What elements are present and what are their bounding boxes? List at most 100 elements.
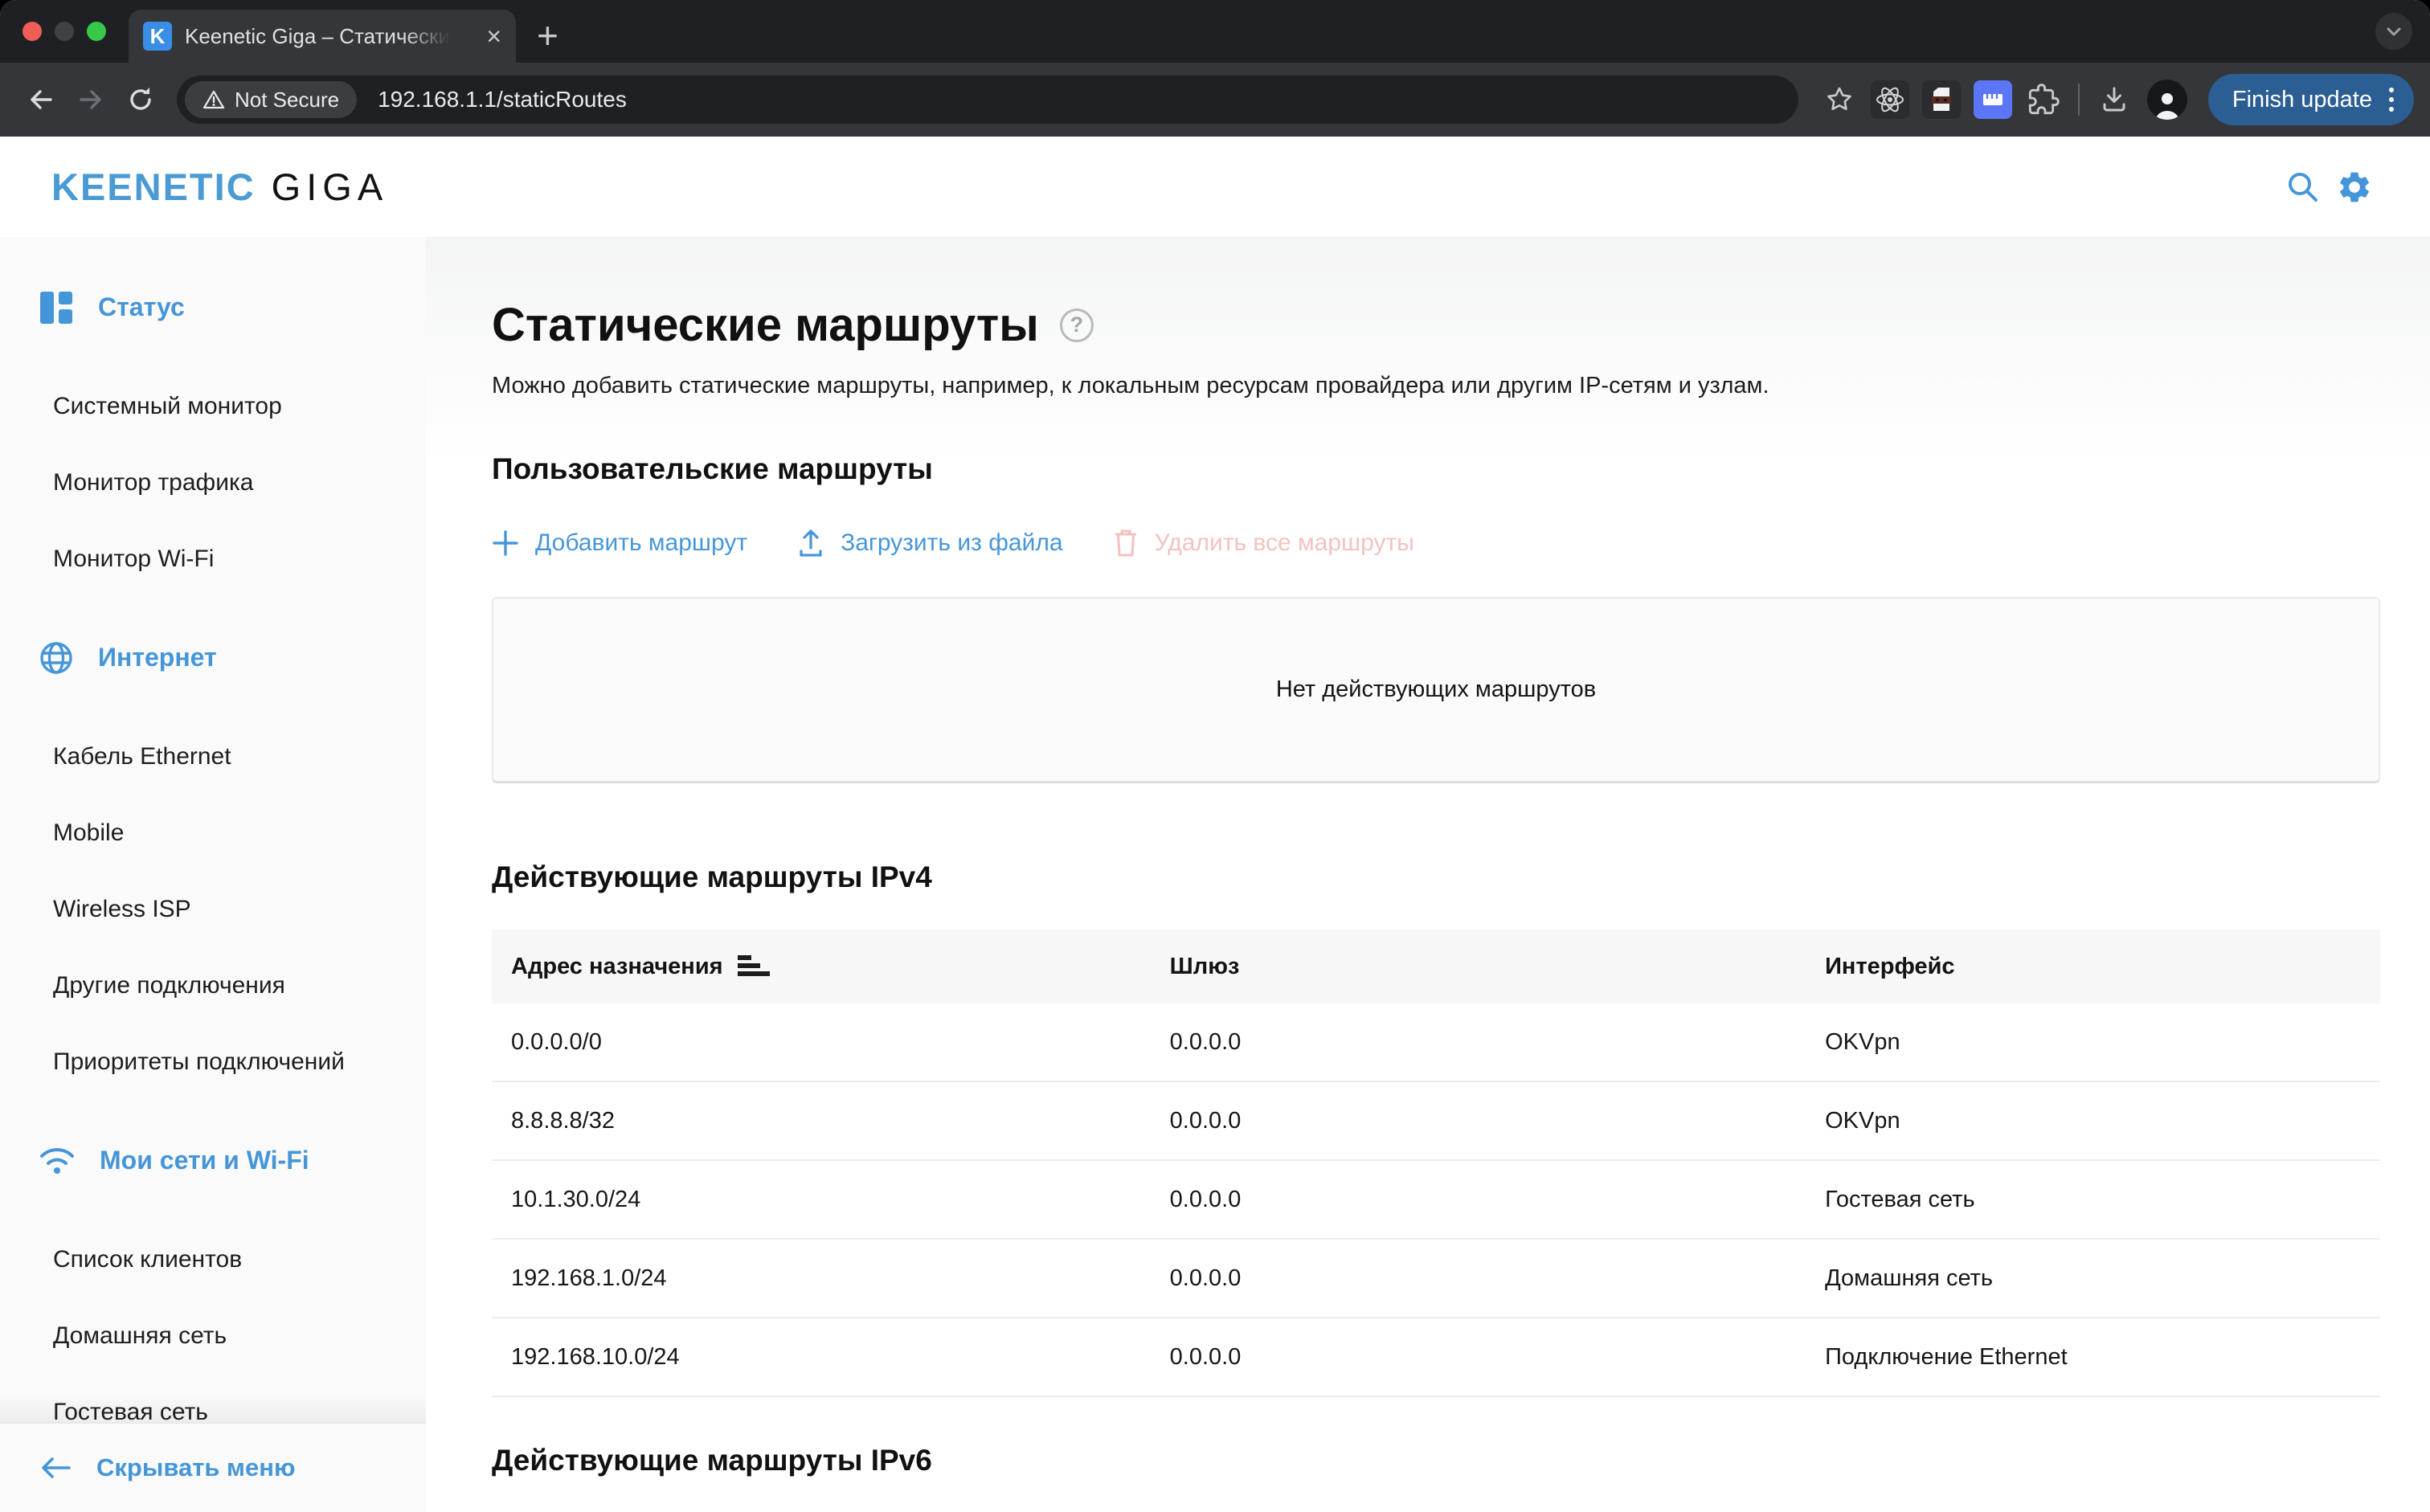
column-gateway: Шлюз: [1170, 954, 1825, 980]
sidebar-item-mobile[interactable]: Mobile: [0, 795, 426, 871]
tab-strip: K Keenetic Giga – Статические × +: [0, 0, 2430, 63]
delete-all-routes-label: Удалить все маршруты: [1155, 529, 1414, 557]
bookmark-star-icon[interactable]: [1814, 75, 1864, 125]
app-header: KEENETIC GIGA: [0, 137, 2430, 237]
cell-interface: Подключение Ethernet: [1825, 1344, 2380, 1371]
user-routes-heading: Пользовательские маршруты: [492, 452, 2380, 486]
sidebar-item-connection-priorities[interactable]: Приоритеты подключений: [0, 1024, 426, 1100]
tab-title: Keenetic Giga – Статические: [185, 24, 450, 49]
extension-json-viewer-icon[interactable]: [1922, 80, 1961, 119]
warning-triangle-icon: [202, 88, 225, 111]
cell-gateway: 0.0.0.0: [1170, 1108, 1825, 1134]
hide-menu-button[interactable]: Скрывать меню: [0, 1422, 426, 1512]
sidebar-item-home-network[interactable]: Домашняя сеть: [0, 1297, 426, 1374]
minimize-window-button[interactable]: [55, 22, 74, 41]
url-text[interactable]: 192.168.1.1/staticRoutes: [378, 87, 627, 112]
sidebar-item-wifi-monitor[interactable]: Монитор Wi-Fi: [0, 521, 426, 597]
back-icon[interactable]: [16, 75, 66, 125]
gear-icon[interactable]: [2329, 161, 2380, 213]
delete-all-routes-button[interactable]: Удалить все маршруты: [1113, 528, 1414, 558]
sidebar-section-label: Статус: [98, 292, 185, 322]
sidebar-item-other-connections[interactable]: Другие подключения: [0, 947, 426, 1024]
sidebar-section-status: Статус Системный монитор Монитор трафика…: [0, 269, 426, 597]
sidebar-item-wireless-isp[interactable]: Wireless ISP: [0, 871, 426, 947]
extensions-puzzle-icon[interactable]: [2019, 75, 2068, 125]
forward-icon[interactable]: [66, 75, 116, 125]
globe-icon: [39, 640, 74, 676]
sort-icon[interactable]: [738, 955, 770, 978]
cell-interface: OKVpn: [1825, 1029, 2380, 1056]
reload-icon[interactable]: [116, 75, 166, 125]
sidebar-item-traffic-monitor[interactable]: Монитор трафика: [0, 444, 426, 521]
table-row[interactable]: 192.168.1.0/24 0.0.0.0 Домашняя сеть: [492, 1240, 2380, 1318]
search-icon[interactable]: [2277, 161, 2329, 213]
extension-ruler-icon[interactable]: [1974, 80, 2012, 119]
tab-favicon: K: [143, 22, 172, 51]
cell-interface: Домашняя сеть: [1825, 1265, 2380, 1292]
sidebar-item-status[interactable]: Статус: [0, 269, 426, 345]
profile-avatar[interactable]: [2147, 80, 2187, 120]
sidebar: Статус Системный монитор Монитор трафика…: [0, 237, 426, 1512]
page-title: Статические маршруты: [492, 298, 1039, 352]
ipv6-routes-heading: Действующие маршруты IPv6: [492, 1444, 2380, 1477]
dashboard-icon: [39, 290, 74, 325]
sidebar-item-ethernet-cable[interactable]: Кабель Ethernet: [0, 718, 426, 795]
help-icon[interactable]: ?: [1060, 309, 1094, 342]
window-controls: [22, 22, 106, 41]
upload-icon: [797, 529, 824, 558]
cell-destination: 10.1.30.0/24: [492, 1187, 1170, 1213]
keenetic-logo[interactable]: KEENETIC GIGA: [51, 165, 388, 209]
trash-icon: [1113, 528, 1139, 558]
sidebar-section-label: Мои сети и Wi-Fi: [100, 1146, 309, 1175]
sidebar-item-system-monitor[interactable]: Системный монитор: [0, 368, 426, 444]
cell-destination: 8.8.8.8/32: [492, 1108, 1170, 1134]
browser-tab[interactable]: K Keenetic Giga – Статические ×: [129, 10, 516, 63]
tab-search-chevron-icon[interactable]: [2375, 13, 2412, 50]
sidebar-item-my-networks[interactable]: Мои сети и Wi-Fi: [0, 1122, 426, 1199]
table-row[interactable]: 192.168.10.0/24 0.0.0.0 Подключение Ethe…: [492, 1318, 2380, 1397]
sidebar-item-internet[interactable]: Интернет: [0, 619, 426, 696]
table-row[interactable]: 8.8.8.8/32 0.0.0.0 OKVpn: [492, 1082, 2380, 1161]
new-tab-button[interactable]: +: [537, 11, 558, 59]
close-window-button[interactable]: [22, 22, 42, 41]
finish-update-label: Finish update: [2232, 87, 2372, 113]
user-routes-empty-state: Нет действующих маршрутов: [492, 597, 2380, 783]
cell-gateway: 0.0.0.0: [1170, 1029, 1825, 1056]
brand-primary: KEENETIC: [51, 165, 256, 209]
toolbar-divider: [2078, 84, 2080, 116]
sidebar-section-label: Интернет: [98, 643, 217, 672]
cell-gateway: 0.0.0.0: [1170, 1265, 1825, 1292]
security-label: Not Secure: [235, 88, 339, 112]
add-route-button[interactable]: Добавить маршрут: [492, 529, 747, 557]
finish-update-button[interactable]: Finish update: [2208, 74, 2414, 125]
table-row[interactable]: 0.0.0.0/0 0.0.0.0 OKVpn: [492, 1003, 2380, 1082]
static-routes-page: Статические маршруты ? Можно добавить ст…: [426, 237, 2430, 1512]
upload-from-file-label: Загрузить из файла: [841, 529, 1062, 557]
ipv4-routes-heading: Действующие маршруты IPv4: [492, 860, 2380, 894]
routes-actions: Добавить маршрут Загрузить из файла Удал…: [492, 528, 2380, 558]
table-row[interactable]: 10.1.30.0/24 0.0.0.0 Гостевая сеть: [492, 1161, 2380, 1240]
cell-gateway: 0.0.0.0: [1170, 1187, 1825, 1213]
cell-destination: 192.168.1.0/24: [492, 1265, 1170, 1292]
ipv4-routes-table: Адрес назначения Шлюз Интерфейс 0.0.0.0/…: [492, 930, 2380, 1397]
add-route-label: Добавить маршрут: [535, 529, 747, 557]
address-bar[interactable]: Not Secure 192.168.1.1/staticRoutes: [177, 76, 1798, 124]
browser-window: K Keenetic Giga – Статические × + Not Se…: [0, 0, 2430, 1512]
wifi-icon: [39, 1146, 76, 1176]
empty-state-text: Нет действующих маршрутов: [1276, 676, 1596, 703]
cell-interface: Гостевая сеть: [1825, 1187, 2380, 1213]
extension-react-devtools-icon[interactable]: [1871, 80, 1909, 119]
zoom-window-button[interactable]: [87, 22, 106, 41]
cell-destination: 0.0.0.0/0: [492, 1029, 1170, 1056]
cell-interface: OKVpn: [1825, 1108, 2380, 1134]
brand-secondary: GIGA: [272, 165, 389, 209]
table-header-row: Адрес назначения Шлюз Интерфейс: [492, 930, 2380, 1003]
upload-from-file-button[interactable]: Загрузить из файла: [797, 529, 1062, 558]
page-subtitle: Можно добавить статические маршруты, нап…: [492, 373, 2380, 399]
tab-close-icon[interactable]: ×: [486, 23, 501, 49]
downloads-icon[interactable]: [2089, 75, 2139, 125]
column-interface: Интерфейс: [1825, 954, 2380, 980]
site-security-chip[interactable]: Not Secure: [185, 81, 357, 118]
sidebar-item-client-list[interactable]: Список клиентов: [0, 1221, 426, 1297]
column-destination: Адрес назначения: [511, 954, 723, 980]
